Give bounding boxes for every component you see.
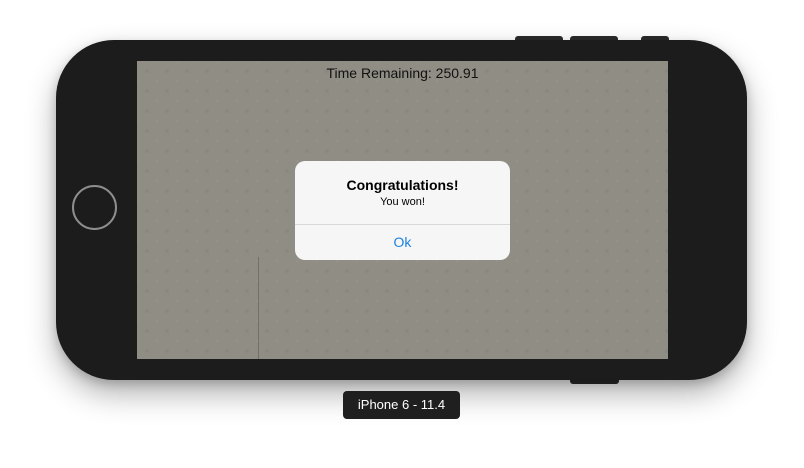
device-name-label: iPhone 6 - 11.4 xyxy=(343,391,460,419)
game-line xyxy=(258,257,259,359)
device-frame: Time Remaining: 250.91 Congratulations! … xyxy=(56,40,747,380)
home-button[interactable] xyxy=(72,185,117,230)
ok-button[interactable]: Ok xyxy=(295,225,510,260)
alert-message: You won! xyxy=(380,196,425,208)
alert-title: Congratulations! xyxy=(346,177,459,193)
simulator-stage: Time Remaining: 250.91 Congratulations! … xyxy=(0,0,804,468)
game-screen[interactable]: Time Remaining: 250.91 Congratulations! … xyxy=(137,61,668,359)
time-remaining-label: Time Remaining: 250.91 xyxy=(326,65,479,81)
congratulations-alert: Congratulations! You won! Ok xyxy=(295,161,510,260)
